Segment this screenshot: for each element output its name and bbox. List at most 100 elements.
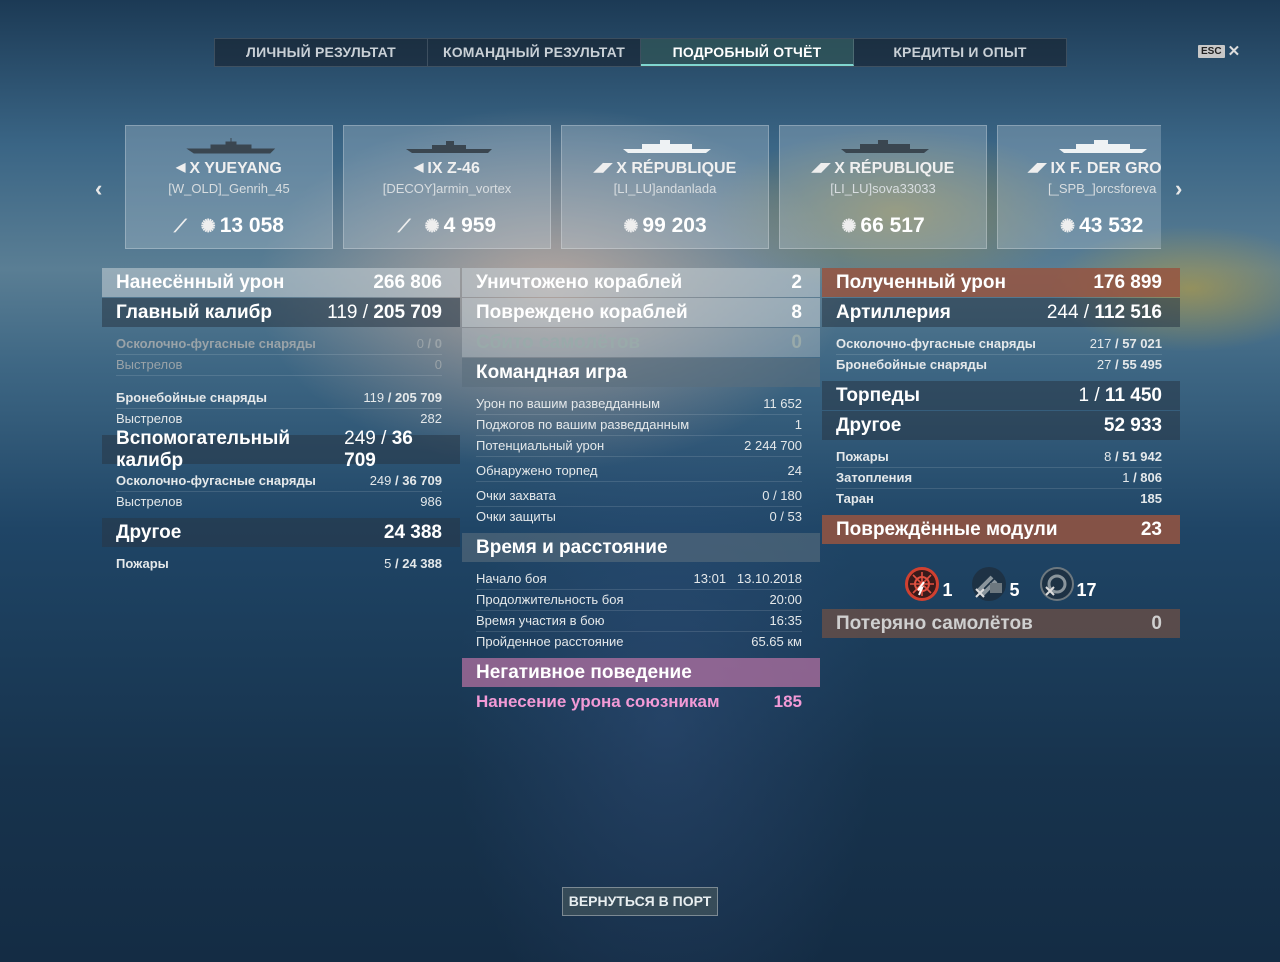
other-received-header: Другое 52 933 (822, 411, 1180, 440)
time-distance-details: Начало боя 13:01 13.10.2018 Продолжительн… (462, 563, 820, 658)
main-battery-header: Главный калибр 119 / 205 709 (102, 298, 460, 327)
battleship-class-icon: ◢◤ (1028, 160, 1047, 174)
ship-name: X YUEYANG (189, 160, 282, 177)
sunk-ship-icon: ⟋ (174, 216, 187, 236)
battleship-class-icon: ◢◤ (811, 160, 831, 174)
stat-row: Выстрелов 282 (116, 411, 442, 426)
secondary-battery-details: Осколочно-фугасные снаряды 249 / 36 709 В… (102, 465, 460, 518)
damage-burst-icon: ✺ (1060, 216, 1076, 236)
dealt-damage-header: Нанесённый урон 266 806 (102, 268, 460, 297)
tab-team-result[interactable]: КОМАНДНЫЙ РЕЗУЛЬТАТ (428, 39, 641, 66)
ship-card[interactable]: ◀ X YUEYANG [W_OLD]_Genrih_45 ⟋ ✺ 13 058 (125, 125, 333, 249)
artillery-header: Артиллерия 244 / 112 516 (822, 298, 1180, 327)
stat-row: Бронебойные снаряды 27 / 55 495 (836, 357, 1162, 372)
planes-shot-header: Сбито самолётов 0 (462, 328, 820, 357)
team-damage-row: Нанесение урона союзникам 185 (476, 692, 802, 711)
tab-detailed-report[interactable]: ПОДРОБНЫЙ ОТЧЁТ (641, 39, 854, 66)
tab-personal-result[interactable]: ЛИЧНЫЙ РЕЗУЛЬТАТ (215, 39, 428, 66)
stat-row: Пожары 8 / 51 942 (836, 447, 1162, 468)
player-name: [LI_LU]andanlada (613, 181, 717, 196)
negative-behavior-header: Негативное поведение (462, 658, 820, 687)
received-damage-header: Полученный урон 176 899 (822, 268, 1180, 297)
destroyer-class-icon: ◀ (176, 160, 186, 174)
stat-row: Осколочно-фугасные снаряды 0 / 0 (116, 334, 442, 355)
damage-value: 99 203 (642, 214, 707, 237)
player-name: [LI_LU]sova33033 (830, 181, 936, 196)
ship-silhouette-icon (1059, 140, 1147, 153)
damage-value: 4 959 (443, 214, 497, 237)
ship-silhouette-icon (186, 138, 276, 154)
damaged-ships-header: Повреждено кораблей 8 (462, 298, 820, 327)
player-name: [_SPB_]orcsforeva (1048, 181, 1157, 196)
other-received-details: Пожары 8 / 51 942 Затопления 1 / 806 Таран… (822, 441, 1180, 515)
tab-bar: ЛИЧНЫЙ РЕЗУЛЬТАТ КОМАНДНЫЙ РЕЗУЛЬТАТ ПОД… (214, 38, 1067, 67)
player-name: [W_OLD]_Genrih_45 (168, 181, 290, 196)
stat-row: Очки захвата 0 / 180 (476, 486, 802, 507)
stat-row: Очки защиты 0 / 53 (476, 509, 802, 524)
battleship-class-icon: ◢◤ (593, 160, 613, 174)
stat-row: Осколочно-фугасные снаряды 217 / 57 021 (836, 334, 1162, 355)
ship-card[interactable]: ◀ IX Z-46 [DECOY]armin_vortex ⟋ ✺ 4 959 (343, 125, 551, 249)
dealt-damage-panel: Нанесённый урон 266 806 Главный калибр 119… (102, 268, 460, 580)
stat-row: Время участия в бою 16:35 (476, 611, 802, 632)
secondary-battery-header: Вспомогательный калибр 249 / 36 709 (102, 428, 460, 471)
module-item: 1 (905, 567, 952, 601)
damage-burst-icon: ✺ (623, 216, 639, 236)
stat-row: Начало боя 13:01 13.10.2018 (476, 569, 802, 590)
main-battery-details: Осколочно-фугасные снаряды 0 / 0 Выстрело… (102, 328, 460, 435)
ship-card[interactable]: ◢◤ X RÉPUBLIQUE [LI_LU]andanlada ✺ 99 203 (561, 125, 769, 249)
damage-value: 43 532 (1079, 214, 1144, 237)
time-distance-header: Время и расстояние (462, 533, 820, 562)
stat-row: Выстрелов 0 (116, 355, 442, 376)
stat-row: Продолжительность боя 20:00 (476, 590, 802, 611)
stat-row: Пройденное расстояние 65.65 км (476, 634, 802, 649)
ship-card[interactable]: ◢◤IX F. DER GROßE [_SPB_]orcsforeva ✺43 … (997, 125, 1161, 249)
damage-burst-icon: ✺ (424, 216, 440, 236)
artillery-details: Осколочно-фугасные снаряды 217 / 57 021 Б… (822, 328, 1180, 381)
stat-row: Затопления 1 / 806 (836, 468, 1162, 489)
return-to-port-button[interactable]: ВЕРНУТЬСЯ В ПОРТ (562, 887, 718, 916)
damage-value: 66 517 (860, 214, 925, 237)
stat-row: Потенциальный урон 2 244 700 (476, 436, 802, 457)
ship-silhouette-icon (623, 140, 711, 153)
damaged-modules-list: 1 5 17 (822, 545, 1180, 609)
ship-silhouette-icon (841, 140, 929, 153)
stat-row: Бронебойные снаряды 119 / 205 709 (116, 388, 442, 409)
player-name: [DECOY]armin_vortex (382, 181, 512, 196)
damaged-ships-carousel: ◀ X YUEYANG [W_OLD]_Genrih_45 ⟋ ✺ 13 058 ◀ I… (125, 125, 1161, 249)
close-icon: ✕ (1227, 43, 1241, 60)
stat-row: Пожары 5 / 24 388 (116, 556, 442, 571)
other-dealt-header: Другое 24 388 (102, 518, 460, 547)
carousel-next-arrow-icon[interactable]: › (1175, 176, 1182, 202)
damage-value: 13 058 (219, 214, 284, 237)
close-button[interactable]: ESC ✕ (1198, 42, 1240, 60)
destroyed-ships-header: Уничтожено кораблей 2 (462, 268, 820, 297)
damaged-modules-header: Повреждённые модули 23 (822, 515, 1180, 544)
destroyer-class-icon: ◀ (414, 160, 424, 174)
ship-name: IX Z-46 (427, 160, 480, 177)
secondary-battery-icon (1039, 567, 1074, 601)
steering-gear-icon (905, 567, 940, 601)
stat-row: Таран 185 (836, 491, 1162, 506)
stat-row: Осколочно-фугасные снаряды 249 / 36 709 (116, 471, 442, 492)
damage-burst-icon: ✺ (200, 216, 216, 236)
esc-key-icon: ESC (1198, 44, 1225, 58)
stat-row: Выстрелов 986 (116, 494, 442, 509)
stat-row: Поджогов по вашим разведданным 1 (476, 415, 802, 436)
main-battery-icon (972, 567, 1007, 601)
other-dealt-details: Пожары 5 / 24 388 (102, 548, 460, 580)
damage-burst-icon: ✺ (841, 216, 857, 236)
tab-credits-xp[interactable]: КРЕДИТЫ И ОПЫТ (854, 39, 1066, 66)
torpedoes-header: Торпеды 1 / 11 450 (822, 381, 1180, 410)
received-damage-panel: Полученный урон 176 899 Артиллерия 244 / 1… (822, 268, 1180, 639)
sunk-ship-icon: ⟋ (397, 216, 411, 236)
stat-row: Урон по вашим разведданным 11 652 (476, 394, 802, 415)
carousel-prev-arrow-icon[interactable]: ‹ (95, 176, 102, 202)
module-item: 17 (1039, 567, 1097, 601)
ship-name: X RÉPUBLIQUE (834, 160, 955, 177)
module-item: 5 (972, 567, 1020, 601)
ship-silhouette-icon (406, 141, 492, 153)
stat-row: Обнаружено торпед 24 (476, 461, 802, 482)
teamplay-header: Командная игра (462, 358, 820, 387)
ship-card[interactable]: ◢◤ X RÉPUBLIQUE [LI_LU]sova33033 ✺ 66 517 (779, 125, 987, 249)
